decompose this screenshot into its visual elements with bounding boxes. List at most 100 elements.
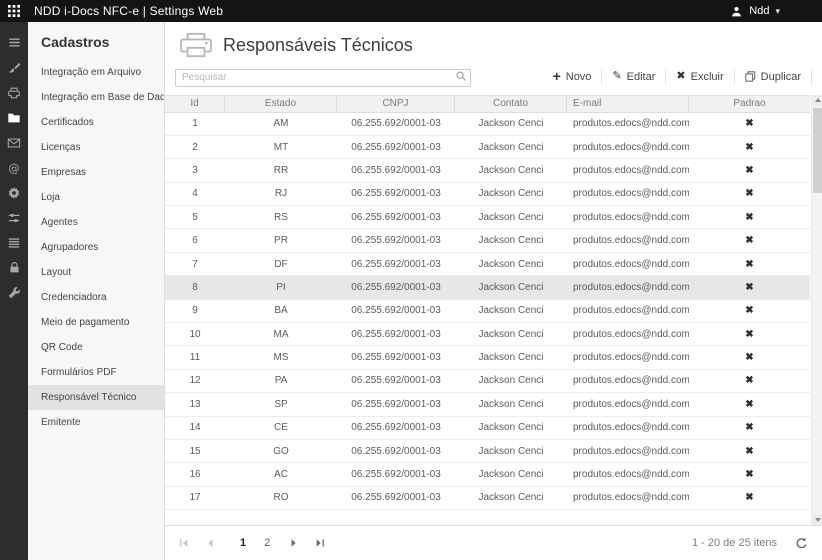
sidebar-item[interactable]: Meio de pagamento	[28, 310, 164, 335]
last-page-button[interactable]	[315, 538, 325, 548]
sidebar-item[interactable]: Emitente	[28, 410, 164, 435]
cell-estado: PI	[225, 282, 337, 293]
vertical-scrollbar[interactable]	[811, 95, 822, 526]
rail-item-menu[interactable]	[0, 30, 28, 55]
cell-id: 15	[165, 446, 225, 457]
sidebar-item[interactable]: Formulários PDF	[28, 360, 164, 385]
sidebar-heading: Cadastros	[41, 34, 164, 50]
first-page-button[interactable]	[179, 538, 189, 548]
cell-cnpj: 06.255.692/0001-03	[337, 235, 455, 246]
controls-row: + Novo ✎ Editar ✖ Excluir	[165, 65, 822, 95]
table-row[interactable]: 10MA06.255.692/0001-03Jackson Cenciprodu…	[165, 323, 810, 346]
cell-contato: Jackson Cenci	[455, 165, 567, 176]
prev-page-button[interactable]	[205, 538, 215, 548]
scroll-thumb[interactable]	[813, 108, 822, 193]
rail-item-stack[interactable]	[0, 230, 28, 255]
rail-item-sliders[interactable]	[0, 205, 28, 230]
page-2-button[interactable]: 2	[255, 535, 279, 551]
refresh-icon[interactable]	[795, 537, 808, 550]
column-header: E-mail	[567, 96, 689, 112]
cell-email: produtos.edocs@ndd.com.br	[567, 165, 689, 176]
table-row[interactable]: 1AM06.255.692/0001-03Jackson Cenciprodut…	[165, 113, 810, 136]
column-header: Estado	[225, 96, 337, 112]
table-row[interactable]: 16AC06.255.692/0001-03Jackson Cenciprodu…	[165, 463, 810, 486]
cell-cnpj: 06.255.692/0001-03	[337, 118, 455, 129]
table-row[interactable]: 15GO06.255.692/0001-03Jackson Cenciprodu…	[165, 440, 810, 463]
table-row[interactable]: 13SP06.255.692/0001-03Jackson Cenciprodu…	[165, 393, 810, 416]
search-input[interactable]	[175, 69, 471, 87]
table-row[interactable]: 3RR06.255.692/0001-03Jackson Cenciprodut…	[165, 159, 810, 182]
rail-item-wrench[interactable]	[0, 280, 28, 305]
editar-button[interactable]: ✎ Editar	[601, 69, 665, 85]
sidebar-item[interactable]: Responsável Técnico	[28, 385, 164, 410]
scroll-down-icon[interactable]	[812, 514, 822, 525]
rail-item-printer[interactable]	[0, 80, 28, 105]
sidebar-item[interactable]: Loja	[28, 185, 164, 210]
not-default-icon: ✖	[745, 259, 753, 270]
table-row[interactable]: 8PI06.255.692/0001-03Jackson Cenciprodut…	[165, 276, 810, 299]
table-row[interactable]: 5RS06.255.692/0001-03Jackson Cenciprodut…	[165, 206, 810, 229]
sidebar-item[interactable]: Certificados	[28, 110, 164, 135]
sidebar-item[interactable]: Integração em Arquivo	[28, 60, 164, 85]
column-header: CNPJ	[337, 96, 455, 112]
cell-estado: RO	[225, 492, 337, 503]
sidebar-item[interactable]: Layout	[28, 260, 164, 285]
table-row[interactable]: 2MT06.255.692/0001-03Jackson Cenciprodut…	[165, 136, 810, 159]
cell-id: 7	[165, 259, 225, 270]
user-menu[interactable]: Ndd ▾	[730, 5, 780, 18]
novo-button[interactable]: + Novo	[543, 69, 602, 85]
sidebar-item[interactable]: Empresas	[28, 160, 164, 185]
cell-estado: DF	[225, 259, 337, 270]
sidebar-item[interactable]: Agentes	[28, 210, 164, 235]
not-default-icon: ✖	[745, 399, 753, 410]
cell-email: produtos.edocs@ndd.com.br	[567, 259, 689, 270]
rail-item-gear[interactable]	[0, 180, 28, 205]
cell-id: 16	[165, 469, 225, 480]
sidebar-item-label: Meio de pagamento	[41, 317, 129, 328]
cell-id: 12	[165, 375, 225, 386]
excluir-button[interactable]: ✖ Excluir	[665, 69, 733, 85]
table-row[interactable]: 4RJ06.255.692/0001-03Jackson Cenciprodut…	[165, 183, 810, 206]
cell-padrao: ✖	[689, 282, 810, 293]
table-row[interactable]: 7DF06.255.692/0001-03Jackson Cenciprodut…	[165, 253, 810, 276]
table-row[interactable]: 12PA06.255.692/0001-03Jackson Cenciprodu…	[165, 370, 810, 393]
cell-cnpj: 06.255.692/0001-03	[337, 212, 455, 223]
not-default-icon: ✖	[745, 422, 753, 433]
cell-id: 9	[165, 305, 225, 316]
rail-item-mail[interactable]	[0, 130, 28, 155]
sidebar-item[interactable]: Licenças	[28, 135, 164, 160]
table-row[interactable]: 11MS06.255.692/0001-03Jackson Cenciprodu…	[165, 346, 810, 369]
duplicar-button[interactable]: Duplicar	[734, 69, 812, 85]
table-row[interactable]: 17RO06.255.692/0001-03Jackson Cenciprodu…	[165, 487, 810, 510]
main-content: Responsáveis Técnicos + Novo ✎	[165, 22, 822, 560]
rail-item-lock[interactable]	[0, 255, 28, 280]
sidebar-item[interactable]: Credenciadora	[28, 285, 164, 310]
table-row[interactable]: 6PR06.255.692/0001-03Jackson Cenciprodut…	[165, 229, 810, 252]
sidebar-item-label: Loja	[41, 192, 60, 203]
rail-item-folder[interactable]	[0, 105, 28, 130]
cell-cnpj: 06.255.692/0001-03	[337, 422, 455, 433]
not-default-icon: ✖	[745, 282, 753, 293]
cell-cnpj: 06.255.692/0001-03	[337, 329, 455, 340]
search-icon[interactable]	[455, 70, 467, 82]
sidebar-item-label: Responsável Técnico	[41, 392, 136, 403]
apps-grid-icon[interactable]	[8, 5, 20, 17]
table-body: 1AM06.255.692/0001-03Jackson Cenciprodut…	[165, 113, 810, 511]
table-row[interactable]: 9BA06.255.692/0001-03Jackson Cenciprodut…	[165, 300, 810, 323]
table-row[interactable]: 14CE06.255.692/0001-03Jackson Cenciprodu…	[165, 417, 810, 440]
cell-cnpj: 06.255.692/0001-03	[337, 142, 455, 153]
menu-icon	[7, 35, 22, 50]
cell-estado: RS	[225, 212, 337, 223]
sidebar-item[interactable]: Integração em Base de Dados	[28, 85, 164, 110]
sidebar-item-label: Agrupadores	[41, 242, 98, 253]
not-default-icon: ✖	[745, 329, 753, 340]
sidebar-item[interactable]: QR Code	[28, 335, 164, 360]
page-1-button[interactable]: 1	[231, 535, 255, 551]
scroll-up-icon[interactable]	[812, 95, 822, 106]
next-page-button[interactable]	[289, 538, 299, 548]
cell-contato: Jackson Cenci	[455, 142, 567, 153]
sidebar-item[interactable]: Agrupadores	[28, 235, 164, 260]
rail-item-brush[interactable]	[0, 55, 28, 80]
rail-item-at[interactable]: @	[0, 155, 28, 180]
cell-id: 2	[165, 142, 225, 153]
